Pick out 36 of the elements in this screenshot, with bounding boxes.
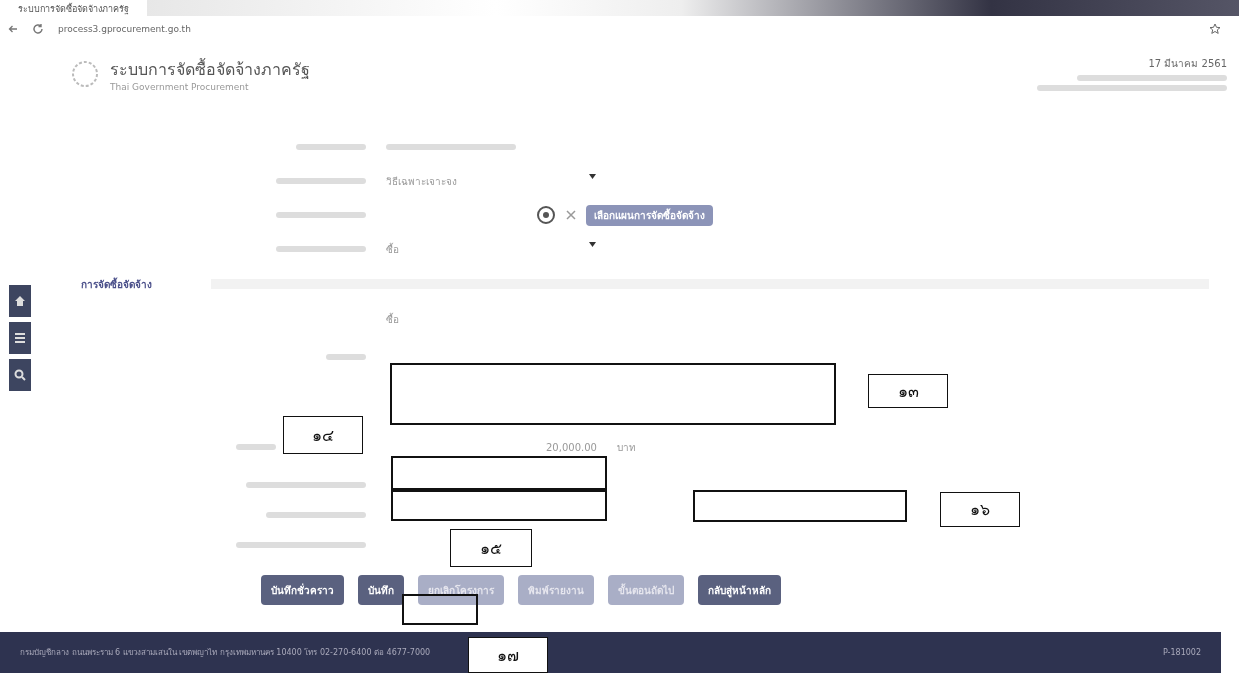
select-field[interactable]: ซื้อ	[386, 241, 596, 257]
footer-text: กรมบัญชีกลาง ถนนพระราม 6 แขวงสามเสนใน เขตพญาไท กรุงเทพมหานคร 10400 โทร 02-270-6400 ต่อ 4677-7000	[20, 647, 431, 659]
callout-label: ๑๓	[868, 374, 948, 408]
callout-label: ๑๖	[940, 492, 1020, 527]
reload-icon[interactable]	[32, 23, 44, 35]
info-icon[interactable]	[536, 205, 556, 225]
unit-label: บาท	[616, 440, 636, 455]
back-icon[interactable]	[8, 24, 18, 34]
amount-value: 20,000.00	[546, 441, 597, 453]
version-text: P-181002	[1162, 648, 1201, 657]
menu-button[interactable]	[9, 322, 31, 354]
action-button[interactable]: บันทึก	[358, 575, 404, 605]
star-icon[interactable]	[1209, 23, 1221, 35]
close-icon[interactable]	[566, 210, 576, 220]
action-button[interactable]: บันทึกชั่วคราว	[261, 575, 344, 605]
section-title: การจัดซื้อจัดจ้าง	[81, 276, 153, 292]
menu-icon	[14, 332, 26, 344]
site-subtitle: Thai Government Procurement	[110, 81, 250, 92]
select-field[interactable]: วิธีเฉพาะเจาะจง	[386, 173, 596, 189]
home-icon	[14, 295, 26, 307]
url-field[interactable]: process3.gprocurement.go.th	[58, 24, 1195, 34]
caret-icon	[589, 173, 596, 179]
search-button[interactable]	[9, 359, 31, 391]
home-button[interactable]	[9, 285, 31, 317]
purchase-type: ซื้อ	[386, 311, 399, 327]
callout-label: ๑๗	[468, 637, 548, 673]
logo-icon	[70, 59, 100, 89]
caret-icon	[589, 241, 596, 247]
date-text: 17 มีนาคม 2561	[1148, 57, 1227, 71]
search-icon	[14, 369, 26, 381]
callout-label: ๑๕	[450, 529, 532, 567]
site-title: ระบบการจัดซื้อจัดจ้างภาครัฐ	[110, 57, 310, 81]
select-plan-button[interactable]: เลือกแผนการจัดซื้อจัดจ้าง	[586, 204, 713, 226]
browser-tab[interactable]: ระบบการจัดซื้อจัดจ้างภาครัฐ	[0, 0, 147, 16]
callout-label: ๑๔	[283, 416, 363, 454]
action-button[interactable]: กลับสู่หน้าหลัก	[698, 575, 781, 605]
